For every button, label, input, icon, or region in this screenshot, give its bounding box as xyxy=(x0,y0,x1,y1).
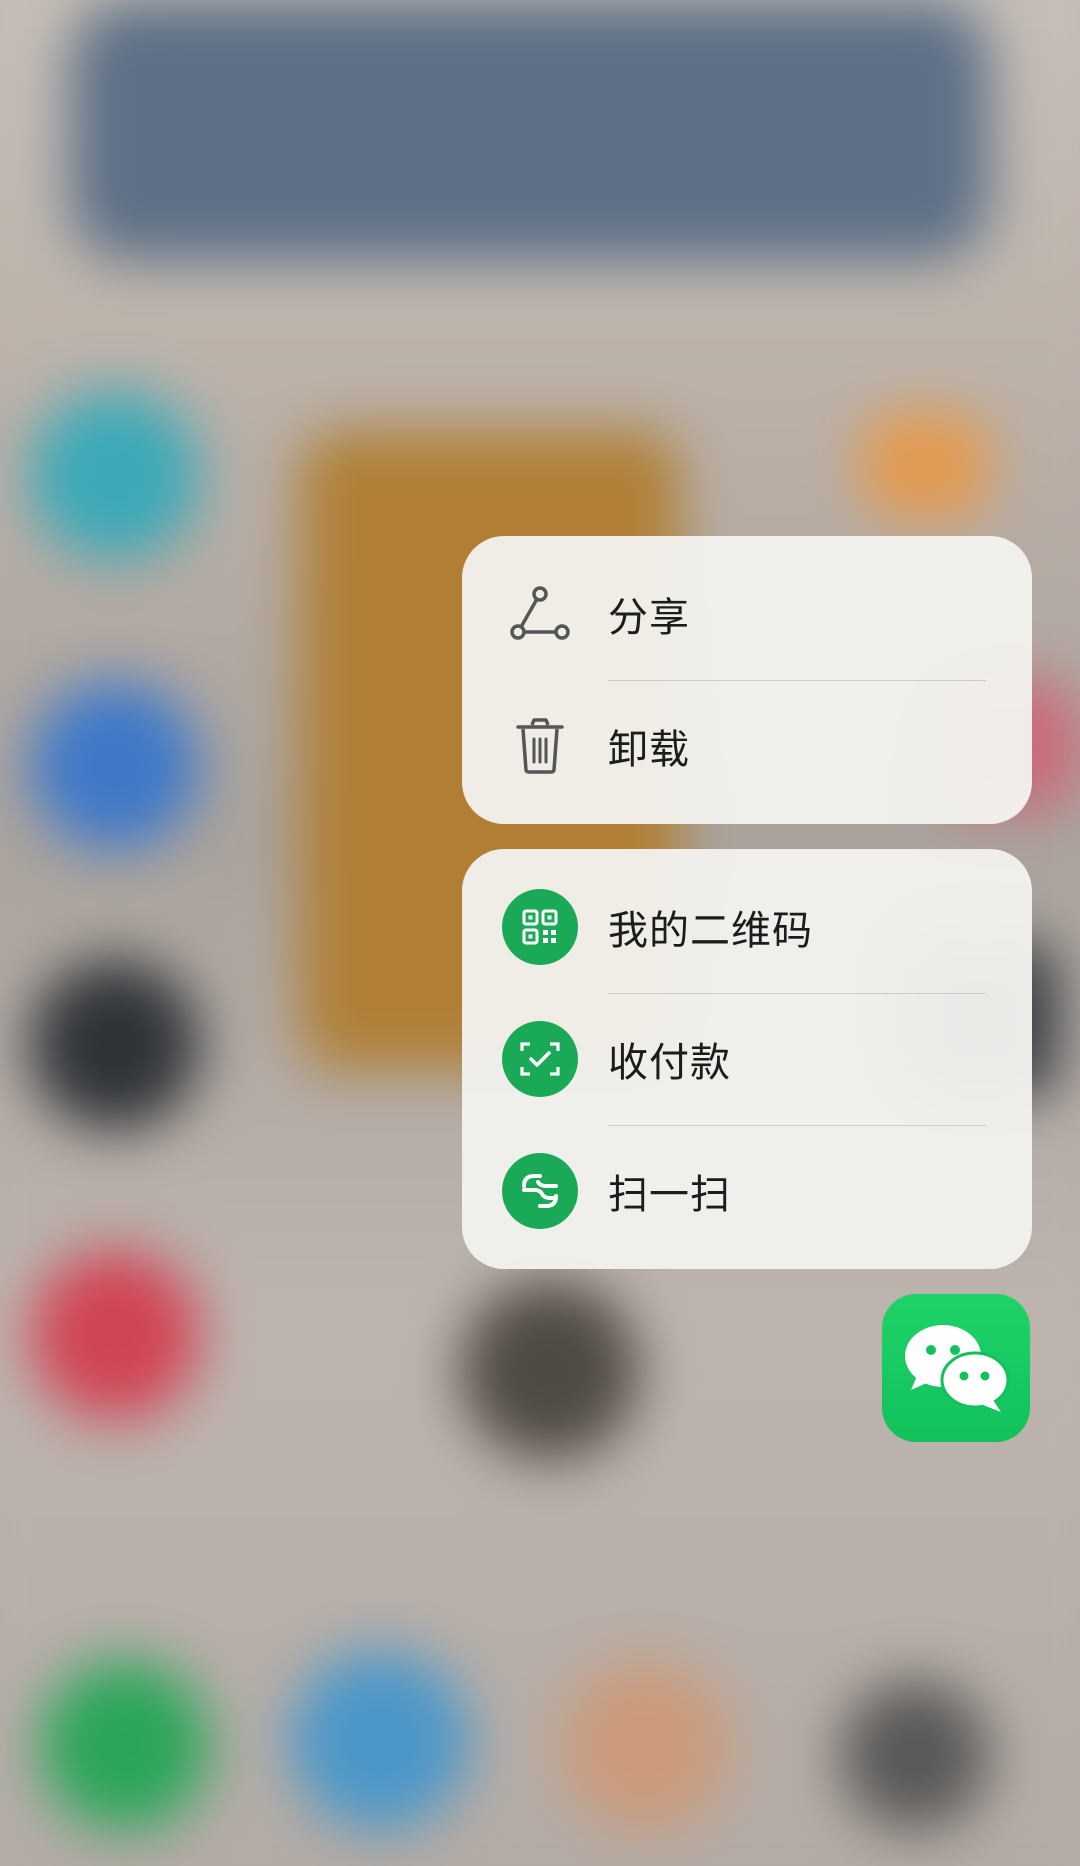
my-qr-code-label: 我的二维码 xyxy=(608,908,813,954)
blurred-app-icon xyxy=(30,1250,200,1420)
blurred-app-icon xyxy=(30,960,200,1130)
share-menu-item[interactable]: 分享 xyxy=(462,548,1032,680)
uninstall-menu-item[interactable]: 卸载 xyxy=(462,680,1032,812)
chat-bubbles-icon xyxy=(905,1325,1010,1412)
blurred-app-icon xyxy=(860,410,990,520)
receive-payment-menu-item[interactable]: 收付款 xyxy=(462,993,1032,1125)
receive-payment-label: 收付款 xyxy=(608,1040,731,1086)
wechat-app-icon[interactable] xyxy=(882,1294,1030,1442)
blurred-app-icon xyxy=(30,390,200,560)
blurred-dock-icon xyxy=(560,1660,730,1830)
blurred-dock-icon xyxy=(40,1660,210,1830)
blurred-dock-icon xyxy=(840,1680,990,1830)
blurred-dock-icon xyxy=(290,1650,470,1830)
trash-icon xyxy=(502,708,578,784)
app-shortcuts-menu: 我的二维码 收付款 扫一扫 xyxy=(462,849,1032,1269)
qr-code-icon xyxy=(502,889,578,965)
my-qr-code-menu-item[interactable]: 我的二维码 xyxy=(462,861,1032,993)
blurred-widget xyxy=(70,0,990,260)
uninstall-label: 卸载 xyxy=(608,727,690,773)
share-label: 分享 xyxy=(608,595,690,641)
scan-icon xyxy=(502,1153,578,1229)
share-icon xyxy=(502,576,578,652)
blurred-app-icon xyxy=(30,680,200,850)
blurred-app-icon xyxy=(460,1280,640,1460)
scan-label: 扫一扫 xyxy=(608,1172,731,1218)
home-screen: 分享 卸载 我的二维码 收付款 扫一扫 xyxy=(0,0,1080,1866)
payment-icon xyxy=(502,1021,578,1097)
system-actions-menu: 分享 卸载 xyxy=(462,536,1032,824)
scan-menu-item[interactable]: 扫一扫 xyxy=(462,1125,1032,1257)
